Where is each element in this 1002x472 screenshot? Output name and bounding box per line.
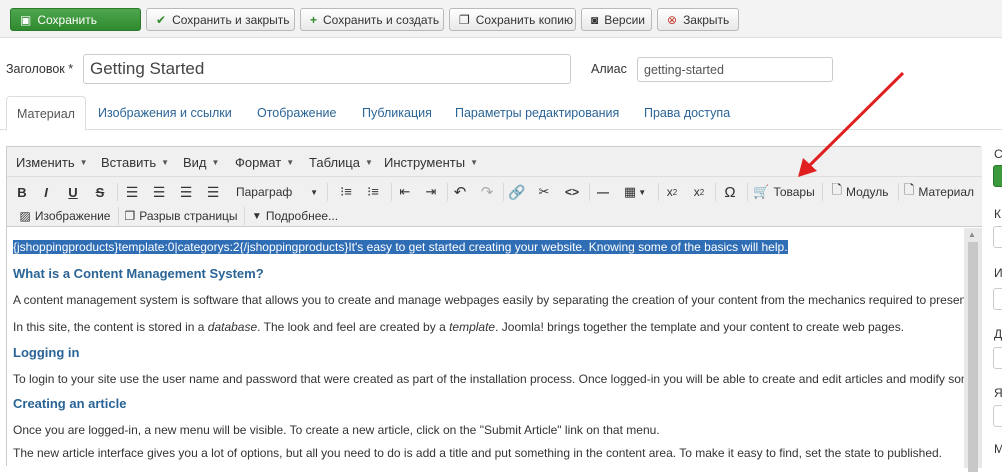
arrow-shaft xyxy=(806,71,905,169)
annotation-arrow xyxy=(798,71,905,177)
